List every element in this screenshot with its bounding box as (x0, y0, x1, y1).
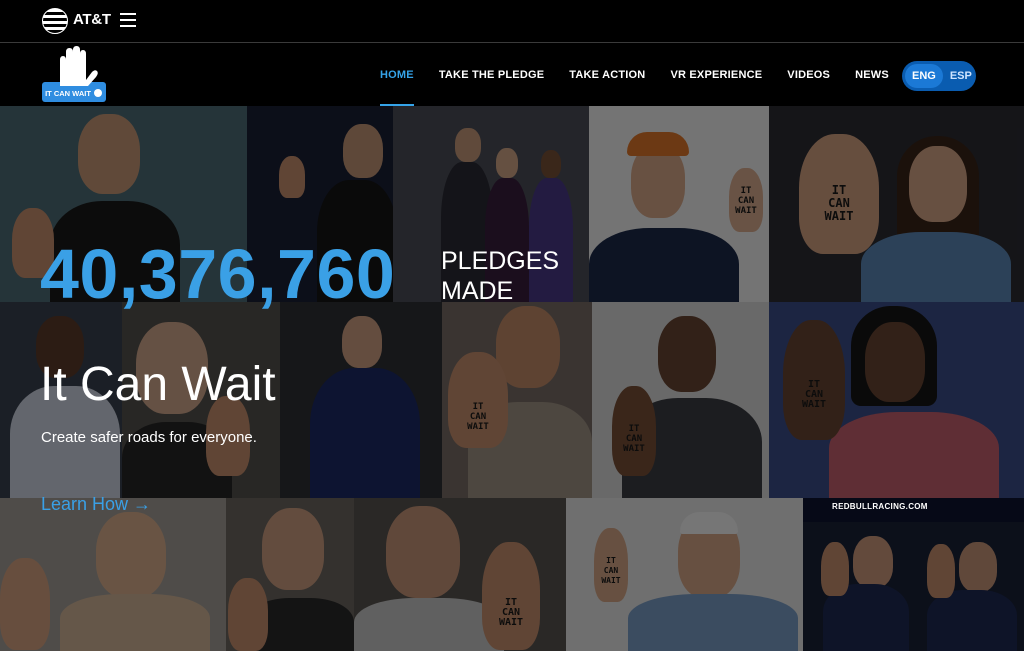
nav-item-vr-experience[interactable]: VR EXPERIENCE (670, 43, 762, 107)
photo-tile: IT CAN WAIT (769, 106, 1024, 302)
photo-tile (803, 498, 1024, 651)
language-toggle: ENG ESP (902, 61, 976, 91)
nav-item-videos[interactable]: VIDEOS (787, 43, 830, 107)
top-bar: AT&T (0, 0, 1024, 42)
photo-tile (0, 498, 226, 651)
hand-text: IT CAN WAIT (601, 556, 621, 585)
pledge-label-line1: PLEDGES (441, 247, 560, 275)
hand-text: IT CAN WAIT (467, 402, 489, 432)
photo-tile: IT CAN WAIT (589, 106, 769, 302)
hand-text: IT CAN WAIT (623, 424, 645, 454)
hero-subtitle: Create safer roads for everyone. (41, 429, 257, 446)
nav-item-take-action[interactable]: TAKE ACTION (569, 43, 645, 107)
nav-item-news[interactable]: NEWS (855, 43, 889, 107)
att-globe-icon[interactable] (42, 8, 68, 34)
lang-esp-button[interactable]: ESP (943, 64, 979, 88)
photo-tile: IT CAN WAIT (769, 302, 1024, 498)
pledge-label-line2: MADE (441, 277, 514, 305)
hand-text: IT CAN WAIT (735, 186, 757, 216)
redbull-sign: REDBULLRACING.COM (832, 502, 928, 511)
photo-tile: IT CAN WAIT (566, 498, 803, 651)
learn-how-link[interactable]: Learn How → (41, 494, 151, 515)
photo-tile: IT CAN WAIT (354, 498, 566, 651)
nav-item-home[interactable]: HOME (380, 43, 414, 107)
hand-text: IT CAN WAIT (824, 183, 854, 223)
it-can-wait-logo[interactable]: IT CAN WAIT (42, 46, 106, 102)
nav-item-take-the-pledge[interactable]: TAKE THE PLEDGE (439, 43, 544, 107)
hand-text: IT CAN WAIT (498, 597, 524, 628)
main-navbar: IT CAN WAIT HOME TAKE THE PLEDGE TAKE AC… (0, 42, 1024, 107)
photo-tile: IT CAN WAIT (592, 302, 769, 498)
lang-eng-button[interactable]: ENG (905, 64, 943, 88)
pledge-count: 40,376,760 (40, 235, 396, 313)
nav-menu: HOME TAKE THE PLEDGE TAKE ACTION VR EXPE… (380, 43, 914, 107)
hero-title: It Can Wait (40, 358, 276, 411)
photo-tile (226, 498, 354, 651)
photo-tile: IT CAN WAIT (442, 302, 592, 498)
pledge-count-label: PLEDGES MADE (441, 246, 559, 306)
hand-text: IT CAN WAIT (801, 379, 827, 410)
hamburger-icon[interactable] (120, 13, 136, 27)
photo-tile (280, 302, 442, 498)
logo-text: IT CAN WAIT (45, 89, 91, 98)
hero-banner: IT CAN WAIT IT CAN WAIT IT CAN WAIT IT CAN WAIT (0, 106, 1024, 651)
att-brand-name[interactable]: AT&T (73, 11, 111, 28)
